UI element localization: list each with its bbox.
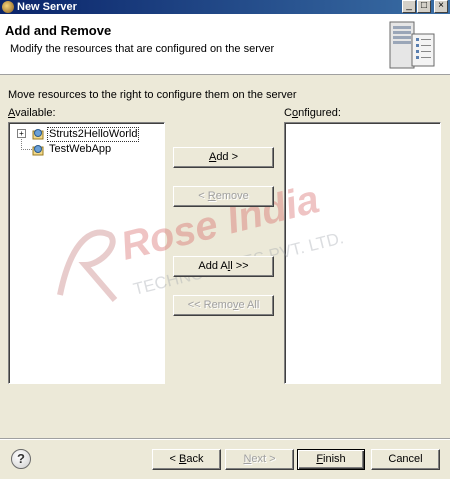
list-item-label: Struts2HelloWorld xyxy=(47,127,140,142)
server-icon xyxy=(389,21,435,69)
list-item[interactable]: TestWebApp xyxy=(9,143,159,157)
eclipse-icon xyxy=(2,1,14,13)
page-description: Modify the resources that are configured… xyxy=(10,43,275,55)
add-button[interactable]: Add > xyxy=(173,147,274,168)
wizard-header: Add and Remove Modify the resources that… xyxy=(0,14,450,75)
expand-toggle[interactable]: + xyxy=(17,129,26,138)
configured-list[interactable] xyxy=(284,122,441,384)
configured-label: Configured: xyxy=(284,107,341,119)
cancel-button[interactable]: Cancel xyxy=(371,449,440,470)
footer-separator xyxy=(0,438,450,440)
finish-button[interactable]: Finish xyxy=(297,449,365,470)
back-button[interactable]: < Back xyxy=(152,449,221,470)
page-title: Add and Remove xyxy=(5,23,112,38)
add-all-button[interactable]: Add All >> xyxy=(173,256,274,277)
instruction-text: Move resources to the right to configure… xyxy=(8,89,297,101)
help-icon[interactable]: ? xyxy=(11,449,31,469)
web-project-icon xyxy=(32,129,44,140)
available-list[interactable]: + Struts2HelloWorld TestWebApp xyxy=(8,122,165,384)
title-bar: New Server _ □ × xyxy=(0,0,450,14)
available-label: Available: xyxy=(8,107,56,119)
window-title: New Server xyxy=(17,1,77,13)
minimize-button[interactable]: _ xyxy=(402,0,416,13)
web-project-icon xyxy=(32,145,44,156)
next-button[interactable]: Next > xyxy=(225,449,294,470)
remove-all-button[interactable]: << Remove All xyxy=(173,295,274,316)
close-button[interactable]: × xyxy=(434,0,448,13)
list-item-label: TestWebApp xyxy=(49,143,112,155)
maximize-button[interactable]: □ xyxy=(417,0,431,13)
remove-button[interactable]: < Remove xyxy=(173,186,274,207)
list-item[interactable]: + Struts2HelloWorld xyxy=(9,127,159,142)
